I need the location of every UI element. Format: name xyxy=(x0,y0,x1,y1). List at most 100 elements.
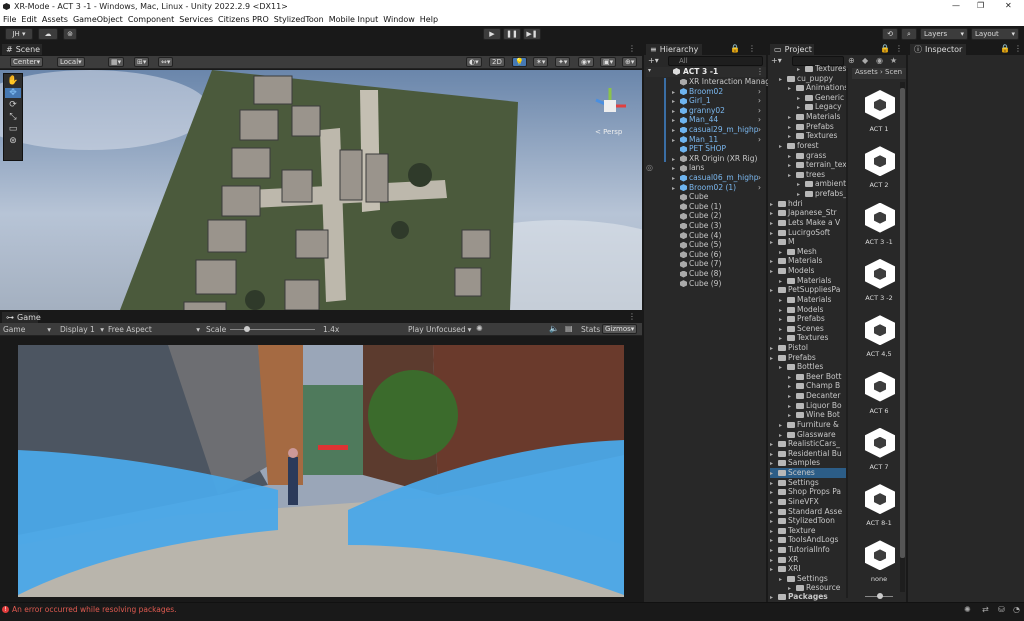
project-lock-icon[interactable]: 🔒 xyxy=(880,44,890,53)
add-object-icon[interactable]: +▾ xyxy=(648,56,659,65)
scale-tool-icon[interactable]: ⤡ xyxy=(9,112,16,122)
project-folder[interactable]: ▸ Lets Make a V xyxy=(770,218,840,228)
history-icon[interactable]: ⟲ xyxy=(882,28,898,40)
project-folder[interactable]: ▸ Beer Bott xyxy=(788,372,841,382)
play-mode-dropdown[interactable]: Play Unfocused ▾ xyxy=(408,325,471,334)
rect-tool-icon[interactable]: ▭ xyxy=(9,124,18,134)
project-folder[interactable]: ▸ Resource xyxy=(788,583,840,592)
tab-scene[interactable]: # Scene xyxy=(2,44,42,55)
lighting-icon[interactable]: 💡 xyxy=(512,57,527,67)
project-folder[interactable]: ▸ Materials xyxy=(788,112,840,122)
camera-icon[interactable]: ▣▾ xyxy=(600,57,617,67)
hierarchy-item[interactable]: Cube (2) xyxy=(646,211,766,221)
menu-item[interactable]: Assets xyxy=(42,15,68,24)
minimize-icon[interactable]: — xyxy=(952,1,960,10)
project-folder[interactable]: ▸ Shop Props Pa xyxy=(770,487,841,497)
scene-viewport[interactable]: < Persp ✋ ✥ ⟳ ⤡ ▭ ⊛ xyxy=(0,70,642,310)
aspect-dropdown[interactable]: Free Aspect ▾ xyxy=(108,325,200,334)
network-icon[interactable]: ⇄ xyxy=(982,605,989,614)
scene-asset[interactable]: ACT 4,5 xyxy=(852,311,906,367)
game-panel-menu-icon[interactable]: ⋮ xyxy=(628,312,636,321)
breadcrumb-assets[interactable]: Assets xyxy=(855,68,878,76)
prefab-open-icon[interactable]: › xyxy=(758,173,761,183)
space-dropdown[interactable]: Local ▾ xyxy=(57,57,85,67)
inspector-lock-icon[interactable]: 🔒 xyxy=(1000,44,1010,53)
icon-size-slider[interactable] xyxy=(865,593,893,599)
hierarchy-item[interactable]: Cube (1) xyxy=(646,202,766,212)
scene-asset[interactable]: ACT 2 xyxy=(852,142,906,198)
folder-expand-icon[interactable]: ▸ xyxy=(779,575,787,585)
project-folder[interactable]: ▸ SineVFX xyxy=(770,497,819,507)
project-folder[interactable]: ▸ Generic xyxy=(797,93,844,103)
progress-icon[interactable]: ◔ xyxy=(1013,605,1020,614)
project-folder[interactable]: ▸ Materials xyxy=(770,256,822,266)
folder-expand-icon[interactable]: ▸ xyxy=(779,75,787,85)
cloud-icon[interactable]: ☁ xyxy=(38,28,58,40)
project-folder[interactable]: ▸ Textures xyxy=(779,333,828,343)
hierarchy-item[interactable]: ▸ granny02 › xyxy=(646,106,766,116)
menu-item[interactable]: StylizedToon xyxy=(274,15,324,24)
menu-item[interactable]: Window xyxy=(383,15,415,24)
prefab-open-icon[interactable]: › xyxy=(758,87,761,97)
prefab-open-icon[interactable]: › xyxy=(758,135,761,145)
project-folder[interactable]: ▸prefabs_v xyxy=(797,189,846,199)
project-folder[interactable]: ▸ Scenes xyxy=(779,324,824,334)
play-button[interactable]: ▶ xyxy=(483,28,501,40)
hierarchy-item[interactable]: ▸ casual06_m_highp › xyxy=(646,173,766,183)
tab-game[interactable]: ⊶ Game xyxy=(2,312,41,323)
account-button[interactable]: JH ▾ xyxy=(5,28,33,40)
scale-slider[interactable] xyxy=(230,326,315,332)
project-folder[interactable]: ▸ Materials xyxy=(779,276,831,286)
transform-tool-icon[interactable]: ⊛ xyxy=(9,136,17,146)
project-folder[interactable]: ▸ Materials xyxy=(779,295,831,305)
rotate-tool-icon[interactable]: ⟳ xyxy=(9,100,17,110)
breadcrumb-scenes[interactable]: Scen xyxy=(885,68,902,76)
grid-snap-icon[interactable]: ▦▾ xyxy=(108,57,125,67)
folder-expand-icon[interactable]: ▸ xyxy=(770,286,778,296)
project-folder[interactable]: ▸ Pistol xyxy=(770,343,808,353)
project-folder[interactable]: ▸ Wine Bot xyxy=(788,410,840,420)
project-folder[interactable]: ▸ XR xyxy=(770,555,798,565)
effects-icon[interactable]: ✦▾ xyxy=(555,57,571,67)
hierarchy-item[interactable]: Cube (3) xyxy=(646,221,766,231)
game-mode-dropdown[interactable]: Game ▾ xyxy=(3,325,51,334)
draw-mode-icon[interactable]: ◐▾ xyxy=(466,57,482,67)
hierarchy-item[interactable]: Cube (8) xyxy=(646,269,766,279)
project-folder[interactable]: ▸ RealisticCars_ xyxy=(770,439,840,449)
step-button[interactable]: ▶❚ xyxy=(523,28,541,40)
cache-icon[interactable]: ⛁ xyxy=(998,605,1005,614)
gizmos-dropdown[interactable]: Gizmos ▾ xyxy=(602,324,638,334)
menu-item[interactable]: Mobile Input xyxy=(329,15,379,24)
scene-asset[interactable]: none xyxy=(852,536,906,592)
scene-gizmo-icon[interactable] xyxy=(590,86,630,126)
project-folder[interactable]: ▸ Japanese_Str xyxy=(770,208,837,218)
mode-2d-button[interactable]: 2D xyxy=(489,57,505,67)
hierarchy-search-input[interactable]: All xyxy=(668,56,763,66)
scene-asset[interactable]: ACT 8-1 xyxy=(852,480,906,536)
project-folder[interactable]: ▸ Legacy xyxy=(797,102,842,112)
menu-item[interactable]: Edit xyxy=(21,15,37,24)
folder-expand-icon[interactable]: ▸ xyxy=(788,171,796,181)
project-folder[interactable]: ▸ Prefabs xyxy=(779,314,825,324)
menu-item[interactable]: File xyxy=(3,15,16,24)
project-folder[interactable]: ▸ forest xyxy=(779,141,819,151)
prefab-open-icon[interactable]: › xyxy=(758,96,761,106)
folder-expand-icon[interactable]: ▸ xyxy=(770,238,778,248)
folder-expand-icon[interactable]: ▸ xyxy=(788,584,796,592)
project-folder[interactable]: ▸ ambient- xyxy=(797,179,846,189)
filter-type-icon[interactable]: ⊕ xyxy=(848,56,855,65)
project-folder[interactable]: ▸ ToolsAndLogs xyxy=(770,535,838,545)
hierarchy-item[interactable]: ▸ Man_44 › xyxy=(646,115,766,125)
hierarchy-item[interactable]: XR Interaction Manag xyxy=(646,77,770,87)
menu-item[interactable]: Help xyxy=(420,15,438,24)
hierarchy-item[interactable]: Cube (9) xyxy=(646,279,766,289)
visibility-icon[interactable]: ◉▾ xyxy=(578,57,594,67)
project-folder[interactable]: ▸ Furniture & xyxy=(779,420,839,430)
menu-item[interactable]: Services xyxy=(179,15,213,24)
project-folder[interactable]: ▸ Prefabs xyxy=(770,353,816,363)
project-folder[interactable]: ▸ Prefabs xyxy=(788,122,834,132)
project-folder[interactable]: ▸ Scenes xyxy=(770,468,846,479)
scene-asset[interactable]: ACT 3 -2 xyxy=(852,255,906,311)
pivot-dropdown[interactable]: Center ▾ xyxy=(10,57,44,67)
project-folder[interactable]: ▸ StylizedToon xyxy=(770,516,835,526)
